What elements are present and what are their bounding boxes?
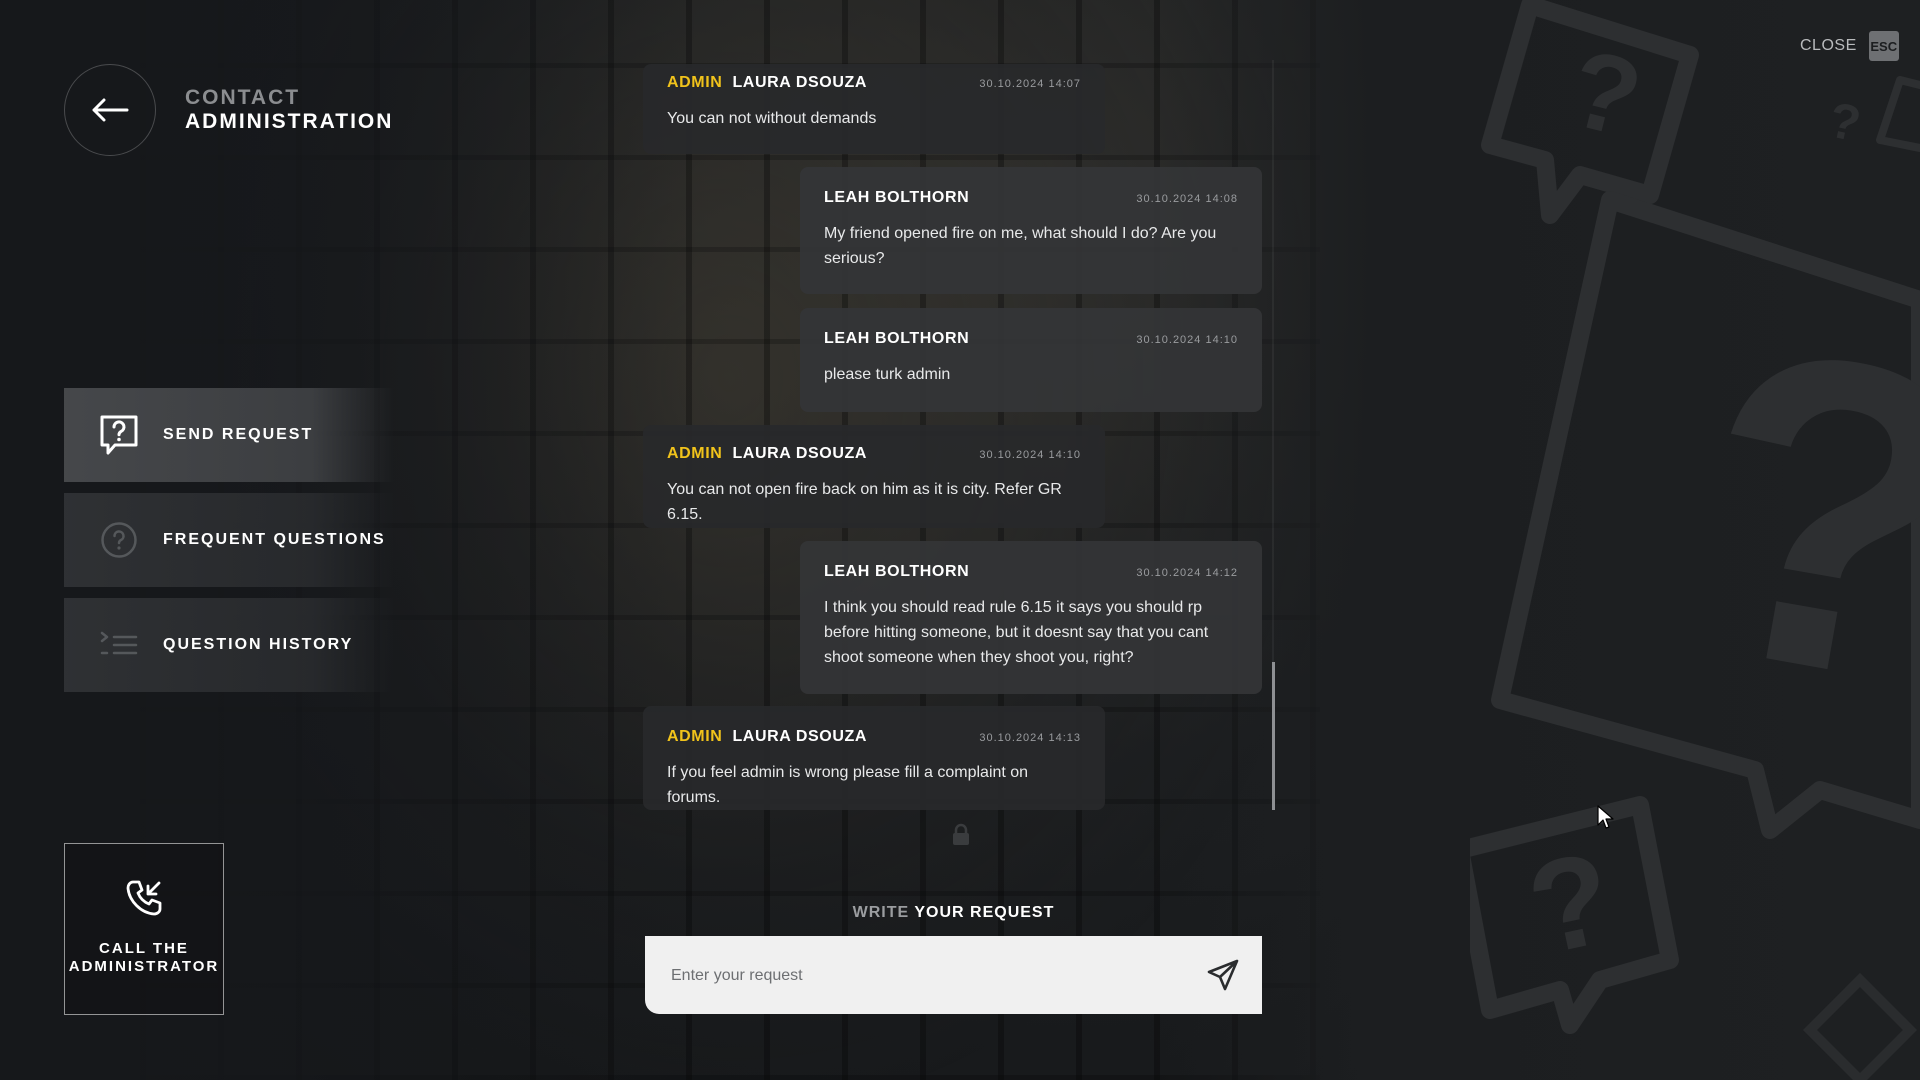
close-label[interactable]: CLOSE: [1800, 37, 1857, 55]
page-title-line1: CONTACT: [185, 86, 301, 109]
message-timestamp: 30.10.2024 14:10: [979, 449, 1081, 461]
request-input[interactable]: [669, 936, 1173, 1016]
message-author: LEAH BOLTHORN: [824, 189, 970, 206]
question-bubble-icon: [97, 413, 141, 457]
chat-message: ADMIN LAURA DSOUZA 30.10.2024 14:10 You …: [643, 425, 1105, 528]
message-text: please turk admin: [824, 366, 951, 383]
message-text: If you feel admin is wrong please fill a…: [667, 764, 1029, 806]
message-text: I think you should read rule 6.15 it say…: [824, 599, 1209, 666]
message-text: My friend opened fire on me, what should…: [824, 225, 1217, 267]
message-author: LAURA DSOUZA: [732, 445, 868, 462]
send-icon[interactable]: [1206, 958, 1240, 992]
menu-item-label: QUESTION HISTORY: [163, 636, 354, 653]
compose-heading-muted: WRITE: [852, 904, 910, 921]
menu-item-frequent-questions[interactable]: FREQUENT QUESTIONS: [64, 493, 394, 587]
mouse-cursor-icon: [1597, 805, 1614, 829]
back-button[interactable]: [64, 64, 156, 156]
request-input-box: [645, 936, 1262, 1016]
page-title-line2: ADMINISTRATION: [185, 110, 394, 133]
lock-icon: [953, 823, 969, 845]
chat-message: LEAH BOLTHORN 30.10.2024 14:08 My friend…: [800, 167, 1262, 294]
call-label-line1: CALL THE: [99, 940, 189, 957]
arrow-left-icon: [92, 98, 129, 122]
svg-text:?: ?: [1517, 823, 1625, 982]
message-timestamp: 30.10.2024 14:13: [979, 732, 1081, 744]
menu-item-label: FREQUENT QUESTIONS: [163, 531, 386, 548]
message-timestamp: 30.10.2024 14:12: [1136, 567, 1238, 579]
message-author: LEAH BOLTHORN: [824, 563, 970, 580]
message-timestamp: 30.10.2024 14:07: [979, 78, 1081, 90]
chat-message: LEAH BOLTHORN 30.10.2024 14:10 please tu…: [800, 308, 1262, 412]
page-title: CONTACT ADMINISTRATION: [185, 86, 393, 134]
message-author: LEAH BOLTHORN: [824, 330, 970, 347]
message-text: You can not open fire back on him as it …: [667, 481, 1062, 523]
menu-item-send-request[interactable]: SEND REQUEST: [64, 388, 394, 482]
compose-heading-strong: YOUR REQUEST: [914, 904, 1055, 921]
message-text: You can not without demands: [667, 110, 877, 127]
chat-message: ADMIN LAURA DSOUZA 30.10.2024 14:13 If y…: [643, 706, 1105, 810]
menu-item-question-history[interactable]: QUESTION HISTORY: [64, 598, 394, 692]
call-administrator-button[interactable]: CALL THE ADMINISTRATOR: [64, 843, 224, 1015]
message-author: LAURA DSOUZA: [732, 728, 868, 745]
message-role-badge: ADMIN: [667, 445, 723, 462]
chat-message: ADMIN LAURA DSOUZA 30.10.2024 14:07 You …: [643, 64, 1105, 154]
call-label-line2: ADMINISTRATOR: [68, 958, 220, 975]
phone-incoming-icon: [126, 880, 162, 916]
svg-text:?: ?: [1657, 251, 1920, 781]
call-administrator-label: CALL THE ADMINISTRATOR: [69, 940, 219, 976]
message-timestamp: 30.10.2024 14:08: [1136, 193, 1238, 205]
message-timestamp: 30.10.2024 14:10: [1136, 334, 1238, 346]
decor-question-bubble-icon: ? ? ? ?: [1470, 0, 1920, 1080]
chat-scrollbar-thumb[interactable]: [1272, 662, 1275, 810]
message-role-badge: ADMIN: [667, 74, 723, 91]
message-role-badge: ADMIN: [667, 728, 723, 745]
close-control[interactable]: CLOSE ESC: [1800, 31, 1899, 61]
list-icon: [97, 623, 141, 667]
chat-message: LEAH BOLTHORN 30.10.2024 14:12 I think y…: [800, 541, 1262, 694]
esc-key-badge[interactable]: ESC: [1868, 31, 1899, 61]
compose-heading: WRITE YOUR REQUEST: [645, 904, 1262, 922]
svg-text:?: ?: [1824, 91, 1866, 152]
message-author: LAURA DSOUZA: [732, 74, 868, 91]
question-circle-icon: [97, 518, 141, 562]
menu-item-label: SEND REQUEST: [163, 426, 314, 443]
svg-text:?: ?: [1558, 26, 1653, 162]
